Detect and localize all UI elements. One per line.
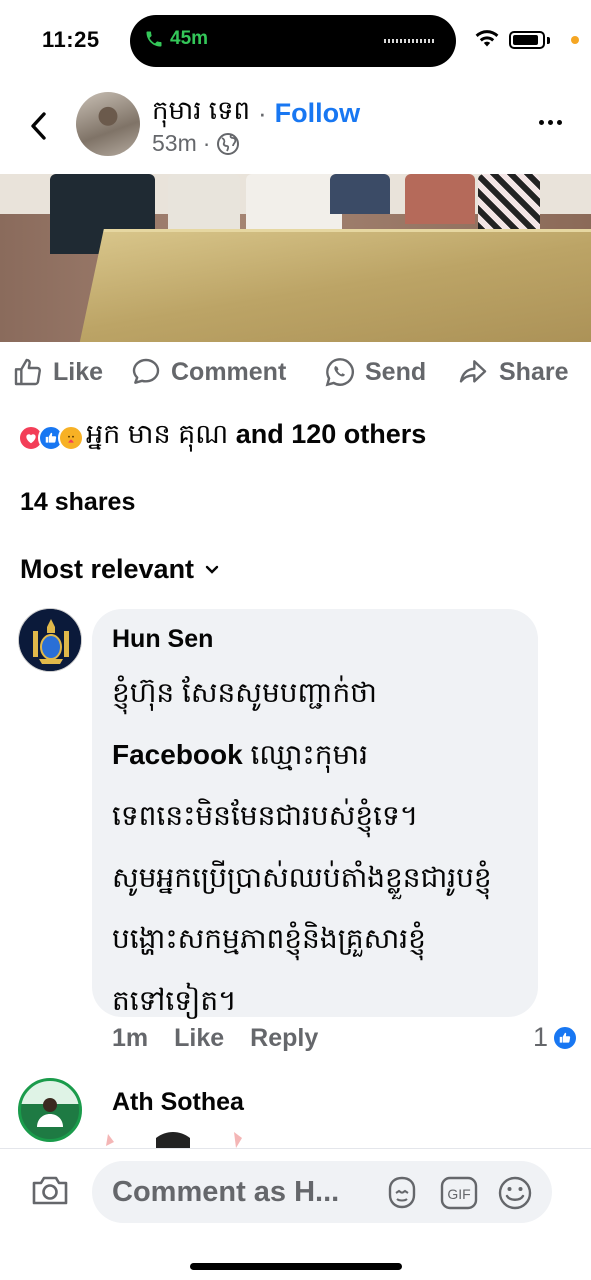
post-timestamp[interactable]: 53m: [152, 130, 197, 157]
comment-meta: 1m Like Reply: [112, 1024, 318, 1053]
wifi-icon: [475, 30, 499, 47]
separator-dot: ·: [258, 97, 267, 128]
comment-bubble[interactable]: Hun Sen ខ្ញុំហ៊ុន សែនសូមបញ្ជាក់ថា Facebo…: [92, 609, 538, 1017]
status-bar: 11:25 45m: [0, 0, 591, 80]
author-avatar[interactable]: [76, 92, 140, 156]
glass-table: [76, 229, 591, 342]
dynamic-island[interactable]: 45m: [130, 15, 456, 67]
post-photo[interactable]: [0, 174, 591, 342]
comment-reply-button[interactable]: Reply: [250, 1024, 318, 1053]
care-reaction-icon: [58, 424, 84, 451]
emoji-icon[interactable]: [496, 1175, 534, 1211]
separator-dot: ·: [202, 130, 211, 156]
like-button[interactable]: Like: [12, 356, 103, 388]
sort-label: Most relevant: [20, 554, 195, 584]
send-button[interactable]: Send: [324, 356, 426, 388]
comment-text: ខ្ញុំហ៊ុន សែនសូមបញ្ជាក់ថា Facebook ឈ្មោះ…: [112, 677, 492, 1016]
whatsapp-icon: [325, 358, 354, 387]
commenter-avatar[interactable]: [18, 608, 82, 672]
comment-timestamp: 1m: [112, 1024, 149, 1052]
battery-icon: [509, 31, 545, 49]
comment-input[interactable]: Comment as H... GIF: [92, 1161, 552, 1223]
follow-button[interactable]: Follow: [275, 98, 360, 129]
chevron-down-icon: [205, 565, 219, 574]
globe-icon: [217, 132, 240, 155]
comment-button[interactable]: Comment: [130, 356, 286, 388]
commenter-name[interactable]: Hun Sen: [112, 625, 518, 654]
gif-icon[interactable]: GIF: [440, 1175, 478, 1211]
back-button[interactable]: [22, 108, 54, 144]
mic-in-use-indicator: [571, 36, 579, 44]
phone-icon: [146, 31, 162, 47]
svg-text:GIF: GIF: [447, 1186, 470, 1202]
royal-emblem-icon: [19, 609, 81, 671]
avatar-sticker-icon[interactable]: [382, 1175, 422, 1211]
comment-sort-dropdown[interactable]: Most relevant: [20, 554, 220, 585]
comment-bubble-icon: [132, 358, 160, 384]
call-duration: 45m: [170, 28, 209, 49]
comment-like-button[interactable]: Like: [174, 1024, 224, 1053]
audio-wave-icon: [384, 39, 436, 43]
comment-placeholder: Comment as H...: [112, 1176, 340, 1208]
comment-composer: Comment as H... GIF: [0, 1148, 591, 1280]
shares-count[interactable]: 14 shares: [20, 488, 135, 517]
post-header: កុមារ ទេព · Follow 53m ·: [0, 86, 591, 166]
share-arrow-icon: [459, 360, 487, 383]
status-time: 11:25: [42, 27, 100, 52]
commenter-name[interactable]: Ath Sothea: [112, 1088, 244, 1117]
share-button[interactable]: Share: [456, 356, 568, 388]
reactor-names: អ្នក មាន គុណ: [86, 419, 229, 449]
home-indicator[interactable]: [190, 1263, 402, 1270]
like-reaction-icon: [552, 1024, 579, 1051]
comment-reaction-count[interactable]: 1: [533, 1022, 579, 1053]
post-action-bar: Like Comment Send Share: [0, 350, 591, 398]
commenter-avatar[interactable]: [18, 1078, 82, 1142]
camera-button[interactable]: [30, 1173, 70, 1214]
more-options-button[interactable]: [539, 120, 562, 125]
reaction-icons: [18, 424, 84, 451]
camera-icon: [32, 1176, 68, 1205]
reactions-summary[interactable]: អ្នក មាន គុណ and 120 others: [18, 418, 426, 457]
reaction-others-count: and 120 others: [235, 419, 427, 449]
chevron-left-icon: [31, 112, 46, 140]
thumbs-up-icon: [14, 358, 41, 386]
author-name[interactable]: កុមារ ទេព: [152, 94, 250, 132]
active-call-indicator[interactable]: 45m: [144, 28, 208, 50]
